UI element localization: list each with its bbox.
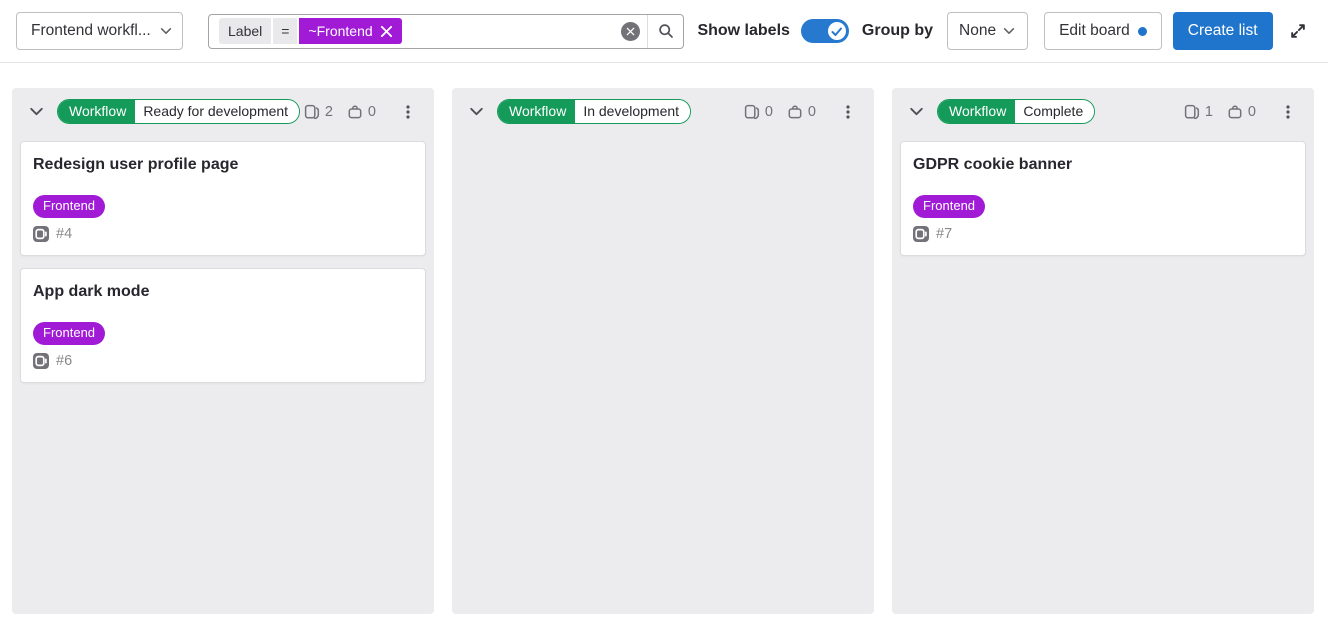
clear-circle-icon: [621, 22, 640, 41]
edit-board-label: Edit board: [1059, 22, 1130, 40]
list-header: Workflow Ready for development 2 0: [12, 88, 434, 135]
collapse-list-button[interactable]: [464, 100, 488, 124]
weight-count: 0: [808, 104, 816, 120]
scoped-label-value: In development: [575, 100, 690, 123]
create-list-button[interactable]: Create list: [1173, 12, 1273, 50]
issue-footer: #6: [33, 353, 413, 369]
board-list-in-development: Workflow In development 0 0: [452, 88, 874, 614]
list-menu-button[interactable]: [395, 99, 421, 125]
group-by-dropdown[interactable]: None: [947, 12, 1028, 50]
issue-reference: #4: [56, 226, 72, 242]
check-icon: [831, 26, 842, 37]
label-pill[interactable]: Frontend: [33, 322, 105, 345]
board-config-dot: [1138, 27, 1147, 36]
collapse-list-button[interactable]: [24, 100, 48, 124]
issue-card[interactable]: Redesign user profile page Frontend #4: [20, 141, 426, 256]
list-menu-button[interactable]: [835, 99, 861, 125]
list-meta: 0 0: [744, 104, 816, 120]
scoped-label-key: Workflow: [498, 100, 575, 123]
create-list-label: Create list: [1188, 22, 1258, 40]
scoped-label-key: Workflow: [58, 100, 135, 123]
list-scoped-label[interactable]: Workflow Ready for development: [57, 99, 300, 124]
chevron-down-icon: [1002, 24, 1016, 38]
filter-token-group: Label = ~Frontend: [219, 18, 613, 44]
list-cards: Redesign user profile page Frontend #4 A…: [12, 135, 434, 391]
list-header: Workflow In development 0 0: [452, 88, 874, 135]
issues-icon: [304, 104, 320, 120]
show-labels-toggle[interactable]: [801, 19, 849, 43]
filter-bar[interactable]: Label = ~Frontend: [208, 14, 684, 49]
fullscreen-button[interactable]: [1284, 16, 1312, 46]
issue-footer: #4: [33, 226, 413, 242]
list-meta: 1 0: [1184, 104, 1256, 120]
issues-icon: [1184, 104, 1200, 120]
issue-type-icon: [33, 353, 49, 369]
board-switcher-label: Frontend workfl...: [31, 22, 151, 40]
filter-token-value-label: ~Frontend: [308, 22, 372, 40]
issue-labels: Frontend: [913, 195, 1293, 218]
weight-icon: [787, 104, 803, 120]
issues-icon: [744, 104, 760, 120]
weight-count: 0: [1248, 104, 1256, 120]
list-cards: [452, 135, 874, 149]
scoped-label-value: Complete: [1015, 100, 1094, 123]
collapse-list-button[interactable]: [904, 100, 928, 124]
board-list-complete: Workflow Complete 1 0 GDPR cookie banner…: [892, 88, 1314, 614]
issue-labels: Frontend: [33, 195, 413, 218]
issue-type-icon: [913, 226, 929, 242]
edit-board-button[interactable]: Edit board: [1044, 12, 1162, 50]
search-icon: [658, 23, 674, 39]
group-by-label: Group by: [862, 22, 933, 40]
issue-title: App dark mode: [33, 282, 413, 303]
chevron-down-icon: [908, 103, 925, 120]
filter-token-operator[interactable]: =: [273, 18, 297, 44]
list-scoped-label[interactable]: Workflow Complete: [937, 99, 1095, 124]
expand-icon: [1289, 22, 1307, 40]
weight-icon: [347, 104, 363, 120]
filter-token-value[interactable]: ~Frontend: [299, 18, 401, 44]
issue-title: GDPR cookie banner: [913, 155, 1293, 176]
remove-token-icon[interactable]: [380, 25, 393, 38]
ellipsis-v-icon: [400, 104, 416, 120]
issue-count: 0: [765, 104, 773, 120]
weight-icon: [1227, 104, 1243, 120]
chevron-down-icon: [28, 103, 45, 120]
issue-count: 2: [325, 104, 333, 120]
toggle-knob: [828, 22, 846, 40]
board-switcher-dropdown[interactable]: Frontend workfl...: [16, 12, 183, 50]
scoped-label-value: Ready for development: [135, 100, 299, 123]
board-toolbar: Frontend workfl... Label = ~Frontend Sho…: [0, 0, 1328, 63]
list-header: Workflow Complete 1 0: [892, 88, 1314, 135]
search-button[interactable]: [647, 15, 683, 48]
board-list-ready-for-development: Workflow Ready for development 2 0 Redes…: [12, 88, 434, 614]
label-pill[interactable]: Frontend: [913, 195, 985, 218]
list-cards: GDPR cookie banner Frontend #7: [892, 135, 1314, 264]
group-by-value: None: [959, 22, 996, 40]
issue-reference: #6: [56, 353, 72, 369]
issue-footer: #7: [913, 226, 1293, 242]
list-meta: 2 0: [304, 104, 376, 120]
issue-reference: #7: [936, 226, 952, 242]
ellipsis-v-icon: [840, 104, 856, 120]
list-scoped-label[interactable]: Workflow In development: [497, 99, 691, 124]
issue-labels: Frontend: [33, 322, 413, 345]
chevron-down-icon: [159, 24, 173, 38]
show-labels-label: Show labels: [697, 22, 789, 40]
filter-token-field[interactable]: Label: [219, 18, 271, 44]
chevron-down-icon: [468, 103, 485, 120]
label-pill[interactable]: Frontend: [33, 195, 105, 218]
scoped-label-key: Workflow: [938, 100, 1015, 123]
issue-title: Redesign user profile page: [33, 155, 413, 176]
issue-board: Workflow Ready for development 2 0 Redes…: [0, 63, 1328, 614]
clear-search-button[interactable]: [613, 15, 647, 48]
list-menu-button[interactable]: [1275, 99, 1301, 125]
issue-card[interactable]: GDPR cookie banner Frontend #7: [900, 141, 1306, 256]
issue-type-icon: [33, 226, 49, 242]
issue-card[interactable]: App dark mode Frontend #6: [20, 268, 426, 383]
issue-count: 1: [1205, 104, 1213, 120]
weight-count: 0: [368, 104, 376, 120]
ellipsis-v-icon: [1280, 104, 1296, 120]
